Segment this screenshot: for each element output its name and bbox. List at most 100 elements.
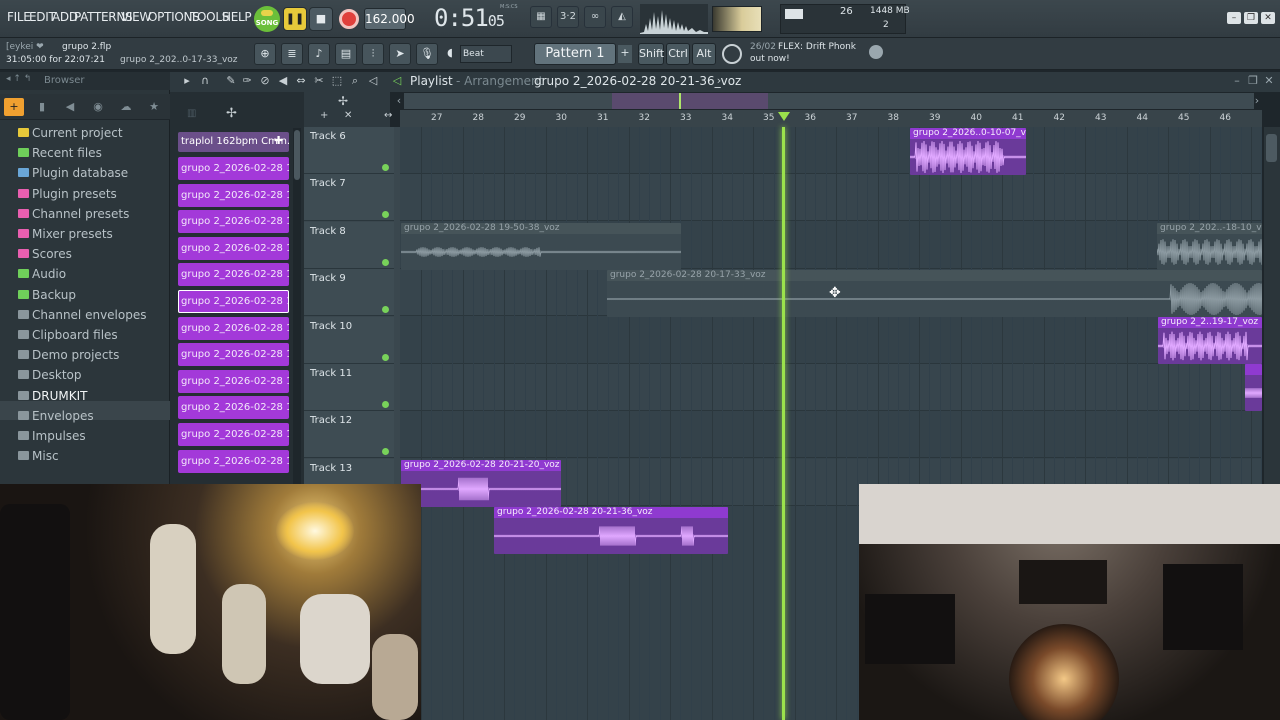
playlist-icon[interactable]: ≣ [281,43,303,65]
snap-magnet-icon[interactable]: ⊕ [254,43,276,65]
remove-track-icon[interactable]: ✕ [344,110,352,121]
track-mute-led[interactable] [382,401,389,408]
draw-tool-icon[interactable]: ✎ [224,74,238,88]
track-header[interactable]: Track 11 [304,364,394,411]
channel-button[interactable]: grupo 2_2026-02-28 19-... [178,183,289,207]
browser-item[interactable]: Scores [18,247,72,261]
browser-item[interactable]: Desktop [18,368,82,382]
browser-tab-audio-icon[interactable]: ◀ [60,98,80,116]
shift-key[interactable]: Shift [638,43,664,65]
typing-keyboard-icon[interactable]: ▦ [530,6,552,28]
loop-record-icon[interactable]: ∞ [584,6,606,28]
select-tool-icon[interactable]: ⬚ [330,74,344,88]
overview-right-icon[interactable]: › [1250,94,1264,108]
channel-collapse-icon[interactable]: ✢ [226,106,237,121]
add-track-icon[interactable]: + [320,110,328,121]
menu-file[interactable]: FILE [7,10,31,24]
alt-key[interactable]: Alt [692,43,716,65]
paint-tool-icon[interactable]: ✑ [240,74,254,88]
snap-selector[interactable]: Beat [460,45,512,63]
slice-tool-icon[interactable]: ✂ [312,74,326,88]
browser-item[interactable]: Channel envelopes [18,308,146,322]
browser-item[interactable]: DRUMKIT [18,389,87,403]
channel-scrollbar[interactable] [293,128,301,484]
browser-item[interactable]: Plugin database [18,166,128,180]
delete-tool-icon[interactable]: ⊘ [258,74,272,88]
globe-icon[interactable] [869,45,883,59]
track-lane[interactable] [400,127,1262,174]
minimize-icon[interactable]: – [1227,12,1241,24]
news-subtitle[interactable]: out now! [750,54,790,64]
piano-roll-icon[interactable]: ♪ [308,43,330,65]
track-header[interactable]: Track 9 [304,269,394,317]
browser-item[interactable]: Clipboard files [18,328,118,342]
track-scroll-icon[interactable]: ↔ [384,110,392,121]
news-title[interactable]: FLEX: Drift Phonk [778,42,856,52]
channel-scroll-thumb[interactable] [294,130,300,180]
track-lane[interactable] [400,317,1262,364]
add-pattern-button[interactable]: + [618,45,632,63]
channel-button[interactable]: grupo 2_2026-02-28 19-... [178,316,289,340]
playlist-clip-name[interactable]: grupo 2_2026-02-28 20-21-36_voz [534,74,741,88]
channel-button[interactable]: grupo 2_2026-02-28 19-... [178,396,289,420]
audio-clip[interactable]: grupo 2_2026-02-28 20-21-20_voz [401,460,561,507]
track-lane[interactable] [400,174,1262,222]
restore-icon[interactable]: ❐ [1244,12,1258,24]
playhead-marker[interactable] [778,112,790,121]
step-edit-icon[interactable]: 3·2 [557,6,579,28]
browser-tab-cloud-icon[interactable]: ☁ [116,98,136,116]
browser-item[interactable]: Demo projects [18,348,119,362]
track-mute-led[interactable] [382,258,389,266]
song-mode-toggle[interactable]: SONG [254,6,280,32]
audio-clip[interactable]: grupo 2_2026-02-28 19-50-38_voz [401,223,681,270]
metronome-icon[interactable]: ◭ [611,6,633,28]
browser-item[interactable]: Recent files [18,146,102,160]
pattern-selector[interactable]: Pattern 1 [534,43,616,65]
playlist-play-icon[interactable]: ◁ [390,74,404,88]
audio-clip[interactable] [1245,364,1262,411]
playlist-menu-arrow-icon[interactable]: ▸ [180,74,194,88]
browser-item[interactable]: Current project [18,126,123,140]
track-header[interactable]: Track 7 [304,174,394,222]
menu-view[interactable]: VIEW [121,10,151,24]
track-header[interactable]: Track 12 [304,411,394,459]
browser-nav-icon[interactable]: ◂ ↑ ↰ [6,74,31,84]
playlist-name-arrow-icon[interactable]: › [712,74,726,88]
channel-button[interactable]: grupo 2_2026-02-28 19-... [178,369,289,393]
channel-button[interactable]: grupo 2_2026-02-28 19-... [178,423,289,446]
channel-button[interactable]: grupo 2_2026-02-28 19-... [178,343,289,367]
stop-button[interactable]: ■ [309,7,333,31]
track-header[interactable]: Track 10 [304,316,394,364]
audio-clip[interactable]: grupo 2_2026-02-28 20-21-36_voz [494,507,728,554]
timeline-ruler[interactable] [400,110,1262,127]
zoom-tool-icon[interactable]: ⌕ [348,74,362,88]
channel-button[interactable]: grupo 2_2026-02-28 19-... [178,210,289,234]
playlist-minimize-icon[interactable]: – [1230,74,1244,88]
menu-help[interactable]: HELP [222,10,252,24]
slip-tool-icon[interactable]: ⇔ [294,74,308,88]
browser-tab-project-icon[interactable]: ▮ [32,98,52,116]
ctrl-key[interactable]: Ctrl [666,43,690,65]
arrangement-overview[interactable] [404,93,1254,109]
news-icon[interactable] [722,44,742,64]
playlist-maximize-icon[interactable]: ❐ [1246,74,1260,88]
audio-clip[interactable]: grupo 2_202..-18-10_voz [1157,223,1262,270]
channel-button[interactable]: grupo 2_2026-02-28 19-... [178,290,289,313]
playlist-magnet-icon[interactable]: ∩ [198,74,212,88]
plugin-picker-icon[interactable]: ➤ [389,43,411,65]
browser-tab-all-icon[interactable]: + [4,98,24,116]
playback-tool-icon[interactable]: ◁ [366,74,380,88]
track-header[interactable]: Track 8 [304,221,394,269]
track-lane[interactable] [400,411,1262,459]
overview-selection[interactable] [612,93,768,109]
channel-button[interactable]: grupo 2_2026-02-28 19-... [178,449,289,473]
mute-tool-icon[interactable]: ◀ [276,74,290,88]
record-button[interactable] [337,7,361,31]
browser-item[interactable]: Backup [18,288,76,302]
channel-add-icon[interactable]: ✚ [274,134,283,147]
track-lane[interactable] [400,364,1262,411]
channel-first[interactable]: traplol 162bpm Cmin... [178,132,289,152]
microphone-icon[interactable]: 🎙 [416,43,438,65]
channel-rack-icon[interactable]: ▤ [335,43,357,65]
tempo-display[interactable]: 162.000 [364,8,415,30]
